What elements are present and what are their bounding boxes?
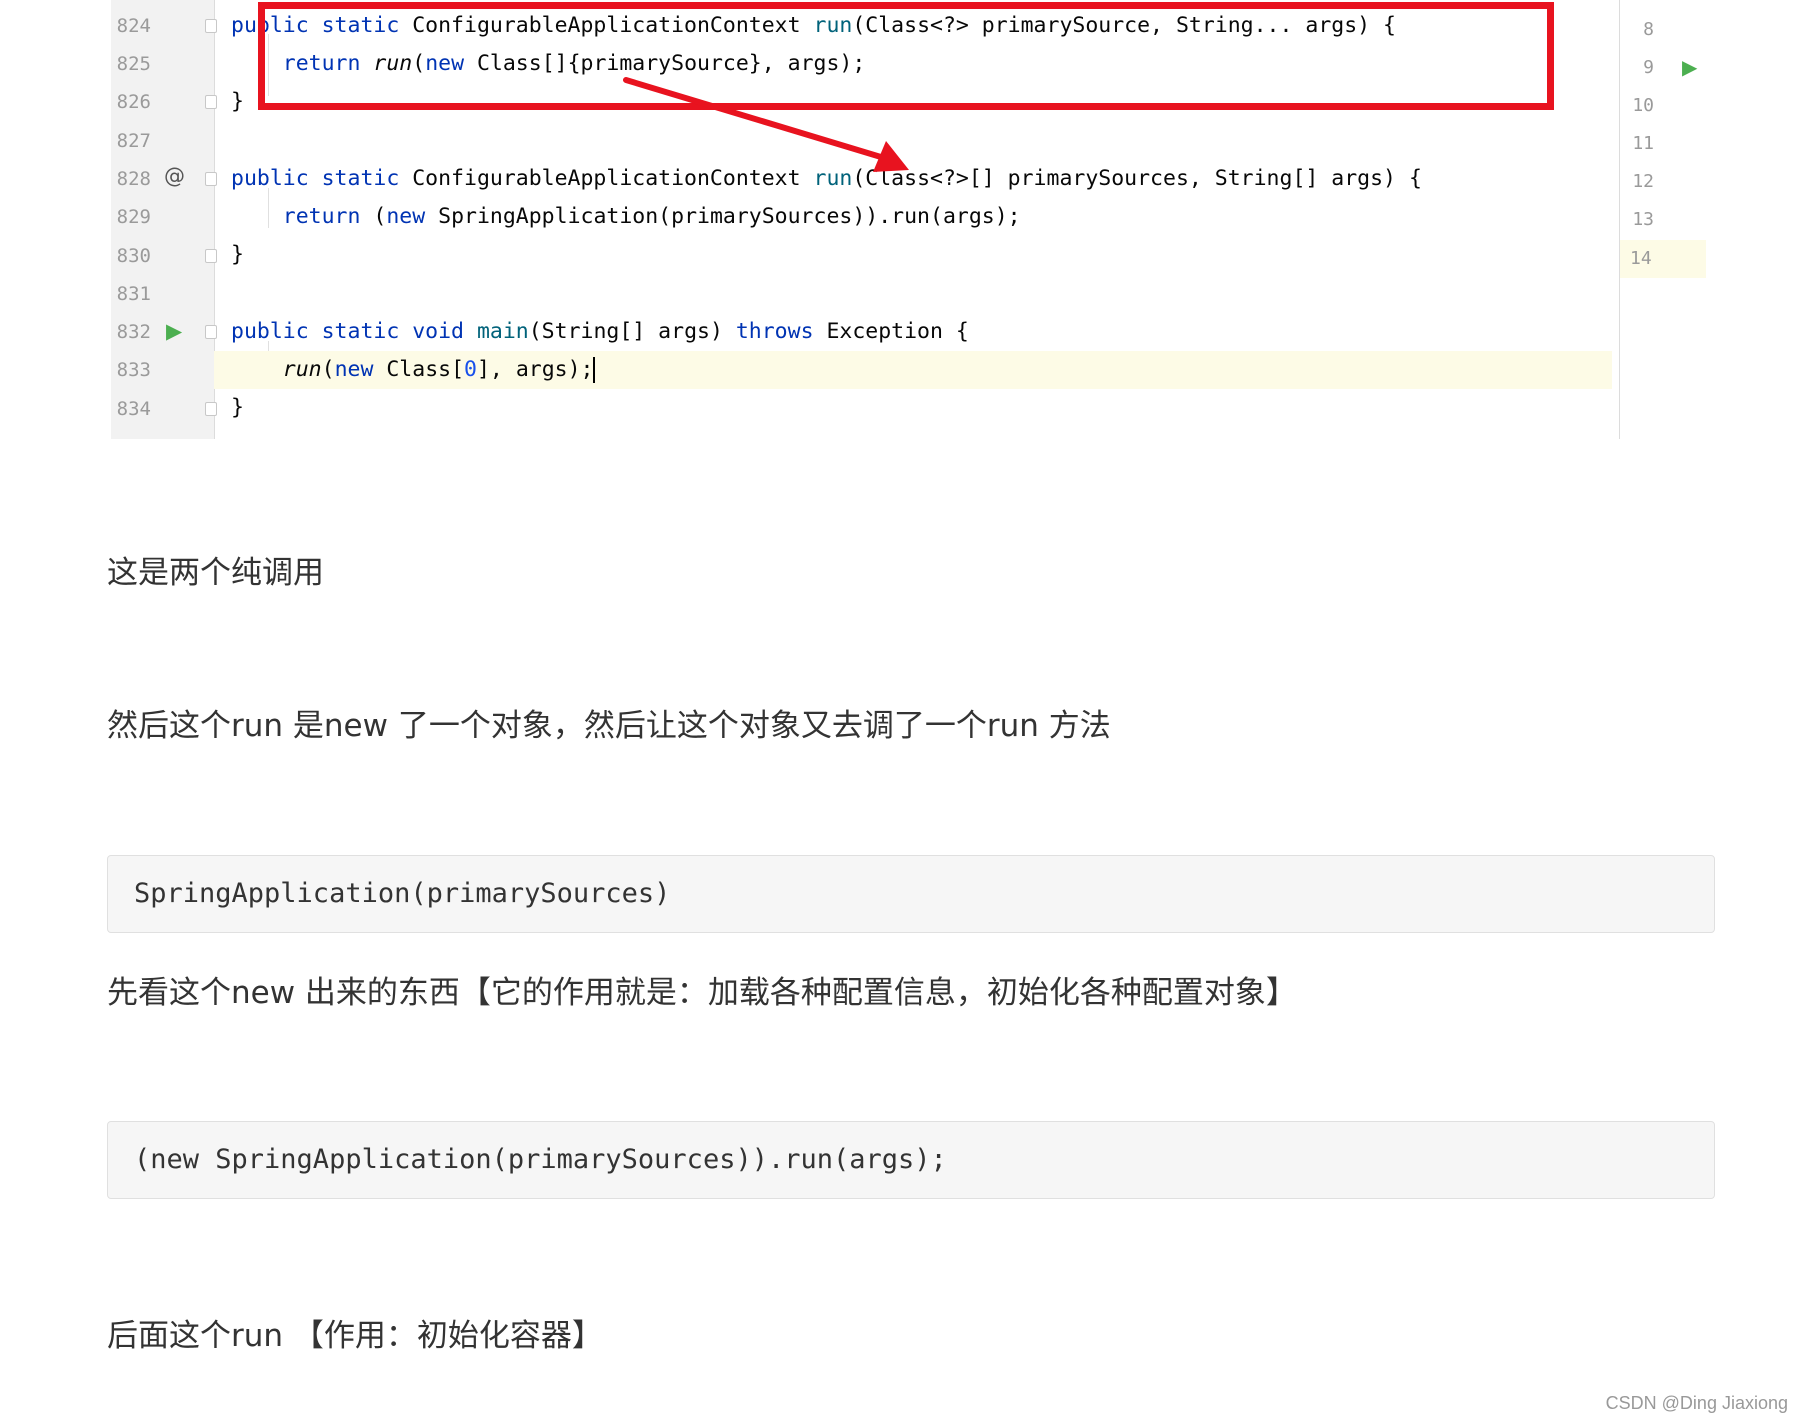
line-number: 825: [116, 53, 151, 75]
line-number: 832: [116, 321, 151, 343]
code-token: run: [813, 166, 853, 191]
code-token: }: [231, 395, 244, 420]
code-block-run-args: (new SpringApplication(primarySources)).…: [107, 1121, 1715, 1199]
fold-marker-icon[interactable]: [205, 249, 217, 263]
line-number: 11: [1632, 133, 1654, 154]
code-token: (String[] args): [528, 319, 736, 344]
code-line-828: public static ConfigurableApplicationCon…: [231, 160, 1612, 198]
line-number: 9: [1643, 57, 1654, 78]
code-token: run: [282, 357, 322, 382]
line-number: 824: [116, 15, 151, 37]
code-token: (Class<?>[] primarySources, String[] arg…: [852, 166, 1422, 191]
code-line-833-current: run(new Class[0], args);: [214, 351, 1612, 389]
csdn-watermark: CSDN @Ding Jiaxiong: [1605, 1393, 1788, 1413]
code-line-829: return (new SpringApplication(primarySou…: [231, 198, 1612, 236]
code-line-832: public static void main(String[] args) t…: [231, 313, 1612, 351]
code-token: main: [476, 319, 529, 344]
paragraph-run-purpose: 后面这个run 【作用：初始化容器】: [107, 1318, 603, 1354]
code-token: throws: [735, 319, 827, 344]
code-token: (: [373, 204, 387, 229]
run-gutter-icon[interactable]: ▶: [1682, 55, 1697, 79]
fold-marker-icon[interactable]: [205, 19, 217, 33]
paragraph-run-new-object: 然后这个run 是new 了一个对象，然后让这个对象又去调了一个run 方法: [107, 708, 1111, 744]
red-highlight-box: [258, 2, 1554, 110]
code-token: Class[: [386, 357, 465, 382]
code-token: new: [386, 204, 439, 229]
fold-marker-icon[interactable]: [205, 95, 217, 109]
code-token: ConfigurableApplicationContext: [412, 166, 814, 191]
fold-marker-icon[interactable]: [205, 172, 217, 186]
fold-marker-icon[interactable]: [205, 402, 217, 416]
line-number: 10: [1632, 95, 1654, 116]
code-block-text: SpringApplication(primarySources): [134, 878, 671, 909]
run-gutter-icon[interactable]: ▶: [166, 319, 182, 343]
line-number: 8: [1643, 19, 1654, 40]
line-number: 833: [116, 359, 151, 381]
line-number: 827: [116, 130, 151, 152]
line-number: 828: [116, 168, 151, 190]
ide-screenshot: 824 825 826 827 828 829 830 831 832 833 …: [111, 0, 1706, 439]
line-number: 830: [116, 245, 151, 267]
code-line-830: }: [231, 236, 1612, 274]
code-token: 0: [464, 357, 477, 382]
code-token: new: [334, 357, 387, 382]
code-block-spring-application: SpringApplication(primarySources): [107, 855, 1715, 933]
code-token: public static void: [231, 319, 477, 344]
line-number: 13: [1632, 209, 1654, 230]
paragraph-new-purpose: 先看这个new 出来的东西【它的作用就是：加载各种配置信息，初始化各种配置对象】: [107, 975, 1297, 1011]
line-number: 826: [116, 91, 151, 113]
code-token: (: [321, 357, 335, 382]
override-annotation-icon[interactable]: @: [164, 164, 185, 188]
line-number-current: 14: [1620, 240, 1706, 278]
line-gutter: 824 825 826 827 828 829 830 831 832 833 …: [111, 0, 217, 439]
line-number: 834: [116, 398, 151, 420]
paragraph-pure-calls: 这是两个纯调用: [107, 555, 324, 591]
code-token: return: [231, 204, 374, 229]
code-token: }: [231, 242, 244, 267]
code-token: public static: [231, 166, 413, 191]
line-number: 829: [116, 206, 151, 228]
fold-marker-icon[interactable]: [205, 325, 217, 339]
code-line-834: }: [231, 389, 1612, 427]
line-number: 12: [1632, 171, 1654, 192]
line-number: 831: [116, 283, 151, 305]
code-block-text: (new SpringApplication(primarySources)).…: [134, 1144, 947, 1175]
code-token: Exception {: [826, 319, 969, 344]
code-token: ], args);: [476, 357, 594, 382]
code-token: SpringApplication(primarySources)).run(a…: [438, 204, 1021, 229]
secondary-editor-gutter: 8 9 ▶ 10 11 12 13 14: [1619, 0, 1706, 439]
text-caret: [593, 357, 596, 383]
code-token: }: [231, 89, 244, 114]
